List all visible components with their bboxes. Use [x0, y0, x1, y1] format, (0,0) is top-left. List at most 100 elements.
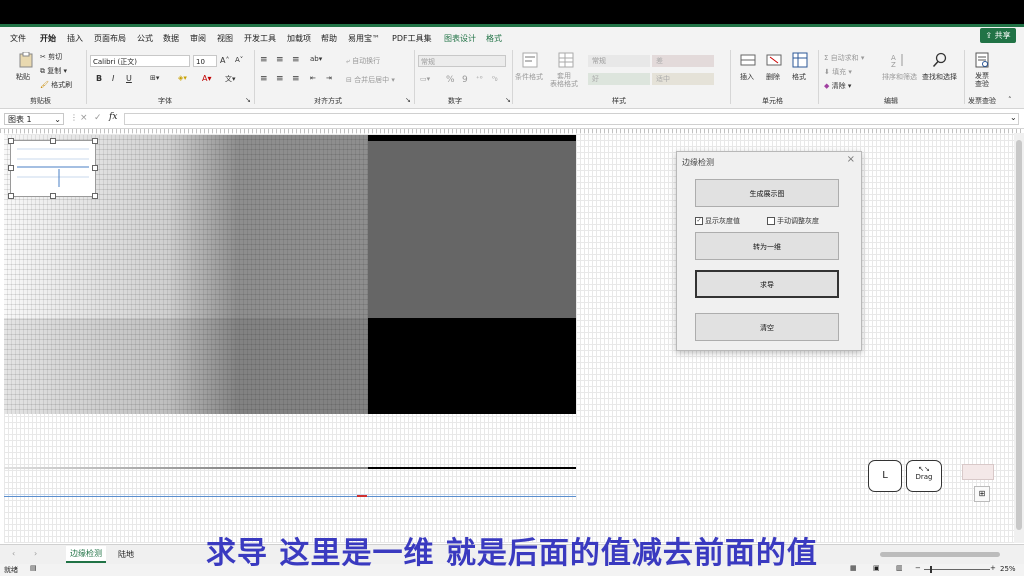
increase-decimal-icon[interactable]: ⁺⁰ — [476, 75, 483, 83]
zoom-out-icon[interactable]: − — [915, 564, 921, 572]
phonetic-icon[interactable]: 文▾ — [225, 74, 236, 84]
decrease-decimal-icon[interactable]: ⁰₀ — [492, 75, 498, 83]
drag-button[interactable]: ↖↘ Drag — [906, 460, 942, 492]
conditional-format-icon[interactable] — [522, 52, 538, 68]
sheet-tab-edge-detection[interactable]: 边缘检测 — [66, 546, 106, 563]
accessibility-icon[interactable]: ▤ — [30, 564, 37, 572]
tab-insert[interactable]: 插入 — [67, 33, 83, 44]
copy-button[interactable]: ⧉ 复制 ▾ — [40, 66, 67, 76]
tab-home[interactable]: 开始 — [40, 33, 56, 48]
currency-icon[interactable]: ▭▾ — [420, 75, 430, 83]
align-right-icon[interactable]: ≡ — [292, 74, 300, 84]
font-dialog-launcher-icon[interactable]: ↘ — [245, 96, 251, 104]
autosum-button[interactable]: Σ 自动求和 ▾ — [824, 53, 864, 63]
to-one-dimension-button[interactable]: 转为一维 — [695, 232, 839, 260]
cut-button[interactable]: ✂ 剪切 — [40, 52, 62, 62]
selected-chart-1[interactable] — [10, 140, 96, 197]
confirm-icon[interactable]: ✓ — [94, 113, 102, 123]
tab-chart-design[interactable]: 图表设计 — [444, 33, 476, 44]
sheet-tab-land[interactable]: 陆地 — [118, 549, 134, 560]
style-normal[interactable]: 常规 — [588, 55, 650, 67]
sort-filter-button[interactable]: 排序和筛选 — [882, 72, 917, 82]
font-name-select[interactable]: Calibri (正文) — [90, 55, 190, 67]
comma-button[interactable]: 9 — [462, 75, 468, 85]
font-grow-button[interactable]: A˄ — [220, 56, 229, 65]
tab-review[interactable]: 审阅 — [190, 33, 206, 44]
format-cells-button[interactable]: 格式 — [792, 72, 806, 82]
resize-handle[interactable] — [50, 193, 56, 199]
indent-decrease-icon[interactable]: ⇤ — [310, 74, 316, 82]
zoom-in-icon[interactable]: + — [990, 564, 996, 572]
resize-handle[interactable] — [92, 138, 98, 144]
tab-developer[interactable]: 开发工具 — [244, 33, 276, 44]
resize-handle[interactable] — [8, 193, 14, 199]
align-bottom-icon[interactable]: ≡ — [292, 55, 300, 65]
find-select-button[interactable]: 查找和选择 — [922, 72, 957, 82]
table-format-button[interactable]: 套用 表格格式 — [550, 72, 578, 88]
wrap-text-button[interactable]: ⤶ 自动换行 — [346, 56, 380, 66]
align-center-icon[interactable]: ≡ — [276, 74, 284, 84]
conditional-format-button[interactable]: 条件格式 — [515, 72, 543, 82]
manual-gray-checkbox[interactable]: 手动调整灰度 — [767, 216, 819, 226]
clear-dialog-button[interactable]: 清空 — [695, 313, 839, 341]
paste-button[interactable]: 粘贴 — [16, 72, 30, 82]
resize-handle[interactable] — [92, 193, 98, 199]
indent-increase-icon[interactable]: ⇥ — [326, 74, 332, 82]
page-layout-view-icon[interactable]: ▣ — [873, 564, 880, 572]
derivative-button[interactable]: 求导 — [695, 270, 839, 298]
quick-analysis-icon[interactable]: ⊞ — [974, 486, 990, 502]
expand-formula-icon[interactable]: ⌄ — [1010, 113, 1017, 122]
tab-file[interactable]: 文件 — [10, 33, 26, 44]
cancel-icon[interactable]: × — [80, 113, 88, 123]
fill-button[interactable]: ⬇ 填充 ▾ — [824, 67, 852, 77]
resize-handle[interactable] — [92, 165, 98, 171]
scrollbar-thumb[interactable] — [1016, 140, 1022, 530]
formula-input[interactable] — [124, 113, 1019, 125]
tab-data[interactable]: 数据 — [163, 33, 179, 44]
align-left-icon[interactable]: ≡ — [260, 74, 268, 84]
share-button[interactable]: ⇪ 共享 — [980, 28, 1016, 43]
underline-button[interactable]: U — [126, 74, 132, 83]
alignment-dialog-launcher-icon[interactable]: ↘ — [405, 96, 411, 104]
l-button[interactable]: L — [868, 460, 902, 492]
font-shrink-button[interactable]: A˅ — [235, 56, 243, 64]
italic-button[interactable]: I — [112, 74, 114, 83]
style-bad[interactable]: 差 — [652, 55, 714, 67]
resize-handle[interactable] — [8, 165, 14, 171]
insert-cells-button[interactable]: 插入 — [740, 72, 754, 82]
border-icon[interactable]: ⊞▾ — [150, 74, 159, 82]
align-top-icon[interactable]: ≡ — [260, 55, 268, 65]
delete-cells-icon[interactable] — [766, 52, 782, 68]
delete-cells-button[interactable]: 删除 — [766, 72, 780, 82]
percent-button[interactable]: % — [446, 75, 455, 85]
table-format-icon[interactable] — [558, 52, 574, 68]
resize-handle[interactable] — [50, 138, 56, 144]
tab-yiyongbao[interactable]: 易用宝™ — [348, 33, 380, 44]
bold-button[interactable]: B — [96, 74, 102, 83]
orientation-icon[interactable]: ab▾ — [310, 55, 322, 63]
format-cells-icon[interactable] — [792, 52, 808, 68]
page-break-view-icon[interactable]: ▥ — [896, 564, 903, 572]
zoom-level[interactable]: 25% — [1000, 565, 1016, 573]
horizontal-scrollbar[interactable] — [880, 552, 1000, 557]
format-painter-button[interactable]: 🖌 格式刷 — [40, 80, 72, 90]
style-good[interactable]: 好 — [588, 73, 650, 85]
clear-button[interactable]: ◆ 清除 ▾ — [824, 81, 851, 91]
number-dialog-launcher-icon[interactable]: ↘ — [505, 96, 511, 104]
insert-function-button[interactable]: fx — [109, 112, 117, 122]
tab-addins[interactable]: 加载项 — [287, 33, 311, 44]
resize-handle[interactable] — [8, 138, 14, 144]
collapse-ribbon-icon[interactable]: ˄ — [1008, 96, 1012, 104]
number-format-select[interactable]: 常规 — [418, 55, 506, 67]
paste-options-icon[interactable] — [962, 464, 994, 480]
merge-center-button[interactable]: ⊟ 合并后居中 ▾ — [346, 75, 395, 85]
normal-view-icon[interactable]: ▦ — [850, 564, 857, 572]
tab-format[interactable]: 格式 — [486, 33, 502, 44]
generate-display-button[interactable]: 生成展示图 — [695, 179, 839, 207]
zoom-slider-thumb[interactable] — [930, 566, 932, 573]
tab-pdf-tools[interactable]: PDF工具集 — [392, 33, 432, 44]
zoom-slider[interactable] — [924, 569, 990, 570]
tab-formulas[interactable]: 公式 — [137, 33, 153, 44]
invoice-check-button[interactable]: 发票 查验 — [975, 72, 989, 88]
prev-sheet-icon[interactable]: ‹ — [12, 549, 15, 558]
